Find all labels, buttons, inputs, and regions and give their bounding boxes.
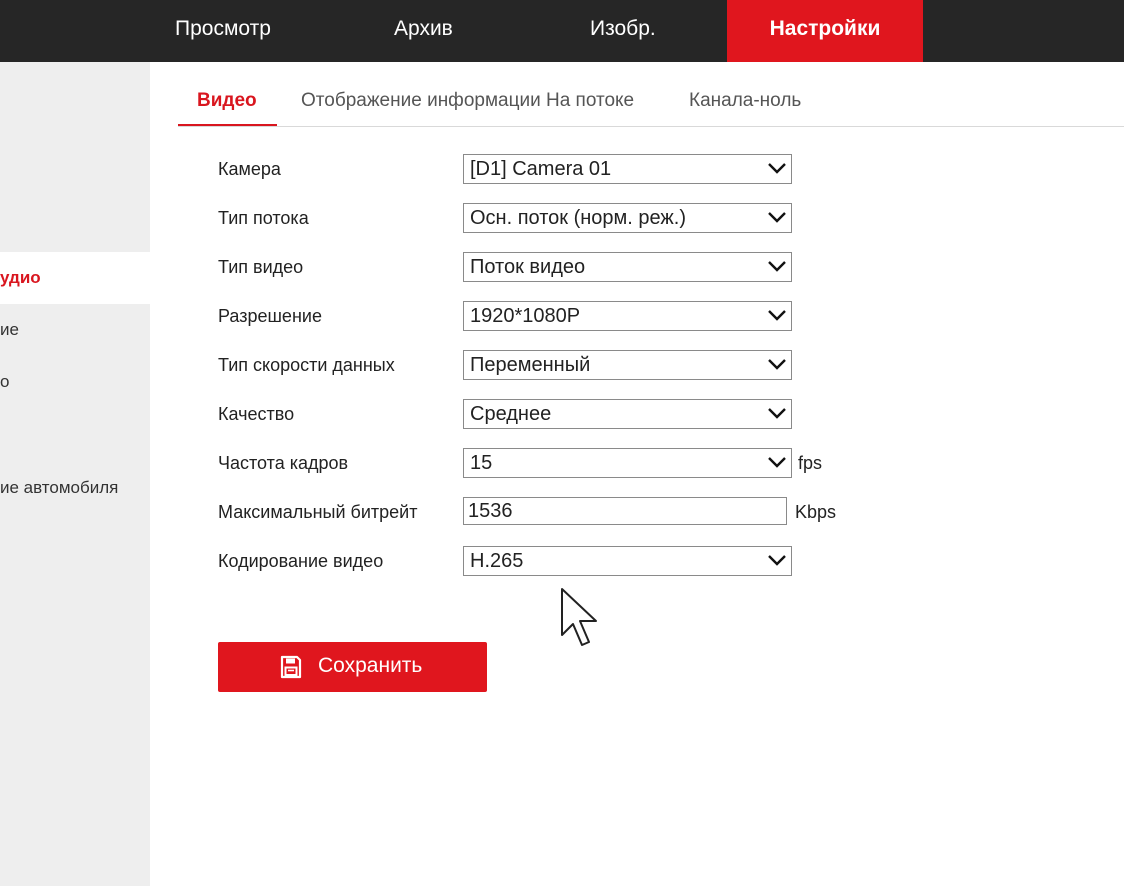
sidebar-item-vehicle-detection[interactable]: ие автомобиля (0, 462, 150, 514)
frame-rate-unit: fps (798, 453, 823, 473)
max-bitrate-input[interactable] (463, 497, 787, 525)
sidebar-item-audio-video[interactable]: удио (0, 252, 150, 304)
frame-rate-label: Частота кадров (218, 453, 349, 473)
video-type-row: Тип видео Поток видео (218, 252, 918, 282)
frame-rate-value: 15 (470, 452, 493, 474)
stream-type-row: Тип потока Осн. поток (норм. реж.) (218, 203, 918, 233)
max-bitrate-label: Максимальный битрейт (218, 502, 418, 522)
tab-video[interactable]: Видео (197, 90, 257, 112)
sidebar-item-image[interactable]: ие (0, 304, 150, 356)
bitrate-type-label: Тип скорости данных (218, 355, 395, 375)
sidebar-item-label: удио (0, 268, 41, 287)
stream-type-value: Осн. поток (норм. реж.) (470, 207, 687, 229)
top-tab-archive[interactable]: Архив (394, 0, 453, 62)
bitrate-type-select[interactable]: Переменный (463, 350, 792, 380)
camera-select[interactable]: [D1] Camera 01 (463, 154, 792, 184)
chevron-down-icon (768, 212, 786, 223)
frame-rate-select[interactable]: 15 (463, 448, 792, 478)
settings-sidebar: удио ие о ие автомобиля (0, 62, 150, 886)
sidebar-item-label: о (0, 372, 10, 391)
chevron-down-icon (768, 457, 786, 468)
max-bitrate-row: Максимальный битрейт Kbps (218, 497, 918, 527)
top-tab-image[interactable]: Изобр. (590, 0, 656, 62)
sidebar-item-osd[interactable]: о (0, 356, 150, 408)
resolution-row: Разрешение 1920*1080P (218, 301, 918, 331)
video-encoding-select[interactable]: H.265 (463, 546, 792, 576)
chevron-down-icon (768, 310, 786, 321)
sub-tabs-bar: Видео Отображение информации На потоке К… (150, 62, 1124, 128)
tab-stream-info-overlay[interactable]: Отображение информации На потоке (301, 90, 634, 112)
top-tab-settings[interactable]: Настройки (727, 0, 923, 62)
floppy-disk-icon (280, 655, 302, 679)
sidebar-item-label: ие (0, 320, 19, 339)
video-encoding-label: Кодирование видео (218, 551, 384, 571)
chevron-down-icon (768, 359, 786, 370)
chevron-down-icon (768, 408, 786, 419)
quality-select[interactable]: Среднее (463, 399, 792, 429)
quality-label: Качество (218, 404, 295, 424)
resolution-select[interactable]: 1920*1080P (463, 301, 792, 331)
camera-row: Камера [D1] Camera 01 (218, 154, 918, 184)
camera-value: [D1] Camera 01 (470, 158, 612, 180)
camera-label: Камера (218, 159, 281, 179)
tabs-divider (178, 126, 1124, 127)
max-bitrate-unit: Kbps (795, 502, 837, 522)
quality-value: Среднее (470, 403, 552, 425)
video-type-value: Поток видео (470, 256, 586, 278)
chevron-down-icon (768, 261, 786, 272)
resolution-label: Разрешение (218, 306, 322, 326)
tab-channel-zero[interactable]: Канала-ноль (689, 90, 801, 112)
bitrate-type-value: Переменный (470, 354, 591, 376)
stream-type-select[interactable]: Осн. поток (норм. реж.) (463, 203, 792, 233)
video-encoding-row: Кодирование видео H.265 (218, 546, 918, 576)
video-type-label: Тип видео (218, 257, 304, 277)
save-button[interactable]: Сохранить (218, 642, 487, 692)
sidebar-item-label: ие автомобиля (0, 478, 119, 497)
save-button-label: Сохранить (318, 654, 423, 677)
mouse-pointer-icon (561, 588, 597, 646)
chevron-down-icon (768, 555, 786, 566)
chevron-down-icon (768, 163, 786, 174)
video-type-select[interactable]: Поток видео (463, 252, 792, 282)
resolution-value: 1920*1080P (470, 305, 581, 327)
top-tab-preview[interactable]: Просмотр (175, 0, 271, 62)
video-encoding-value: H.265 (470, 550, 524, 572)
bitrate-type-row: Тип скорости данных Переменный (218, 350, 918, 380)
frame-rate-row: Частота кадров 15 fps (218, 448, 918, 478)
quality-row: Качество Среднее (218, 399, 918, 429)
stream-type-label: Тип потока (218, 208, 309, 228)
top-navigation-bar: Просмотр Архив Изобр. Настройки (0, 0, 1124, 62)
